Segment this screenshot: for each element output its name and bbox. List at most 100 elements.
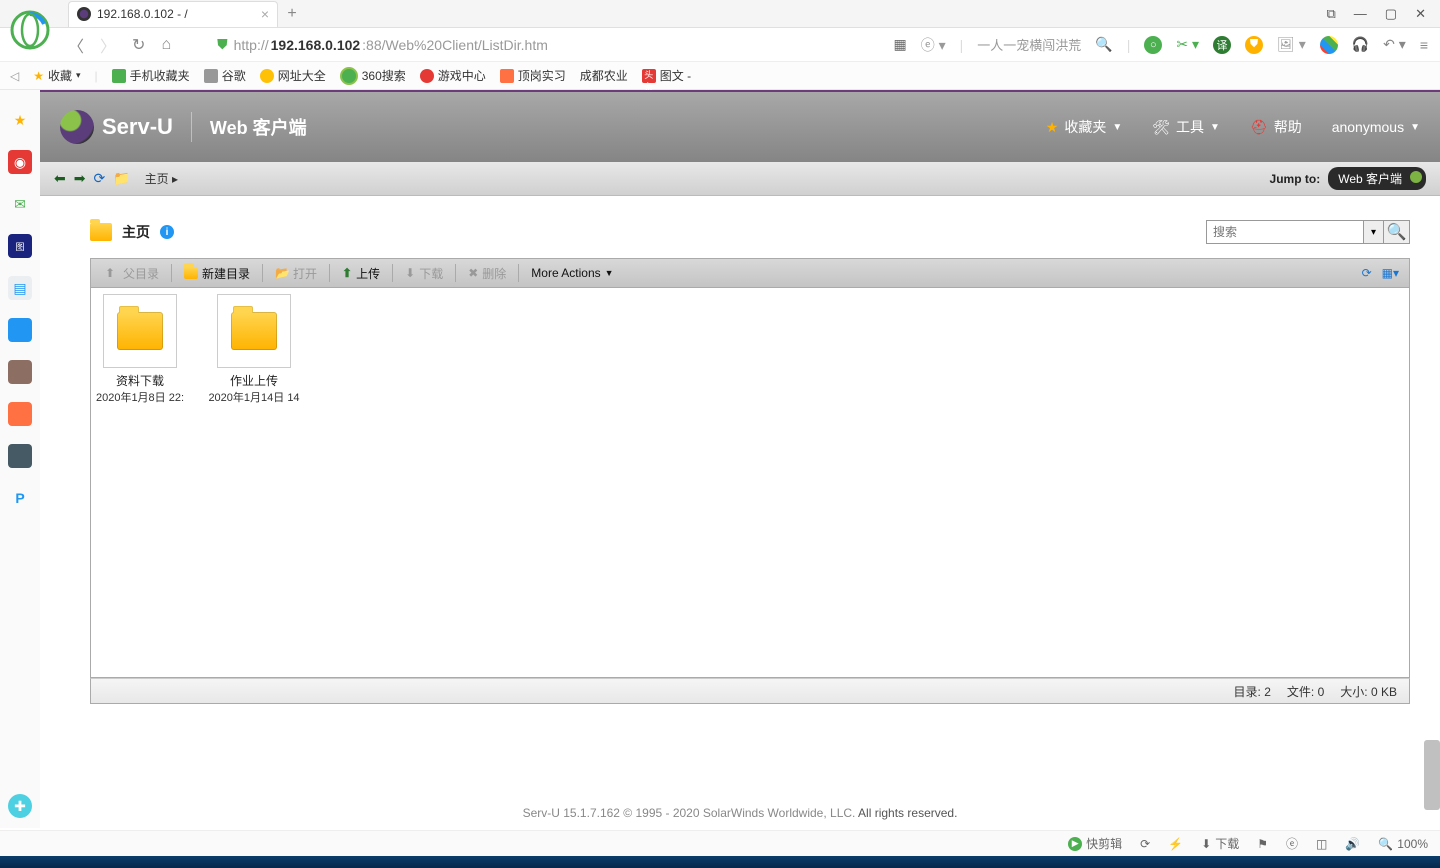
folder-item[interactable]: 作业上传 2020年1月14日 14 [207,294,301,405]
home-button[interactable]: ⌂ [161,36,171,54]
address-bar: 〈 〉 ↻ ⌂ ⛊ http://192.168.0.102:88/Web%20… [0,28,1440,62]
close-window-button[interactable]: ✕ [1415,6,1426,22]
picture-icon[interactable]: 🖼 ▾ [1277,36,1306,53]
action-delete[interactable]: ✖删除 [464,265,510,282]
header-divider [191,112,192,142]
shield-ext-icon[interactable]: ⛊ [1245,36,1263,54]
status-dirs: 目录: 2 [1234,683,1271,700]
jump-to: Jump to: Web 客户端 [1270,167,1426,190]
apps-grid-icon[interactable] [1320,36,1338,54]
new-tab-button[interactable]: + [278,5,306,23]
sidebar-star-icon[interactable]: ★ [8,108,32,132]
content-area: 主页 i ▾ 🔍 ⬆父目录 新建目录 📂打开 ⬆上传 ⬇下载 ✖删除 More … [40,196,1440,704]
forward-button[interactable]: 〉 [100,33,116,57]
servu-title: Web 客户端 [210,114,307,140]
bookmark-chengdu[interactable]: 成都农业 [580,67,628,84]
search-go-button[interactable]: 🔍 [1384,220,1410,244]
scissors-icon[interactable]: ✂ ▾ [1176,36,1199,53]
sidebar-add-icon[interactable]: ✚ [8,794,32,818]
browser-core-icon[interactable]: ⓔ ▾ [921,35,946,55]
status-flag-icon[interactable]: ⚑ [1257,837,1268,851]
menu-icon[interactable]: ≡ [1420,37,1428,53]
sidebar-app4-icon[interactable] [8,402,32,426]
nav-forward-icon[interactable]: ➡ [74,170,86,187]
window-controls: ⧉ — ▢ ✕ [1327,6,1440,22]
headphones-icon[interactable]: 🎧 [1352,36,1369,53]
bookmark-sites[interactable]: 网址大全 [260,67,326,84]
bookmark-360[interactable]: 360搜索 [340,67,406,85]
sidebar-app5-icon[interactable] [8,444,32,468]
menu-help[interactable]: ⛑帮助 [1250,117,1302,137]
page-footer: Serv-U 15.1.7.162 © 1995 - 2020 SolarWin… [40,806,1440,820]
search-dropdown-icon[interactable]: ▾ [1364,220,1384,244]
jump-dot-icon [1410,171,1422,183]
sidebar-app1-icon[interactable]: 图 [8,234,32,258]
sidebar-mail-icon[interactable]: ✉ [8,192,32,216]
sidebar-app3-icon[interactable] [8,360,32,384]
url-field[interactable]: ⛊ http://192.168.0.102:88/Web%20Client/L… [217,36,548,53]
bookmark-game[interactable]: 游戏中心 [420,67,486,84]
action-toolbar: ⬆父目录 新建目录 📂打开 ⬆上传 ⬇下载 ✖删除 More Actions▼ … [90,258,1410,288]
nav-back-icon[interactable]: ⬅ [54,170,66,187]
reload-button[interactable]: ↻ [132,35,145,55]
view-mode-icon[interactable]: ▦▾ [1382,266,1399,280]
folder-date: 2020年1月14日 14 [207,389,301,405]
refresh-list-icon[interactable]: ⟳ [1362,266,1372,280]
favorites-button[interactable]: ★收藏▾ [33,67,80,84]
info-icon[interactable]: i [160,225,174,239]
back-button[interactable]: 〈 [68,33,84,57]
scrollbar-thumb[interactable] [1424,740,1440,810]
bookbar-toggle[interactable]: ◁ [10,69,19,83]
menu-user[interactable]: anonymous▼ [1332,119,1420,135]
qr-icon[interactable]: ▦ [893,36,906,53]
maximize-button[interactable]: ▢ [1385,6,1397,22]
status-sound-icon[interactable]: 🔊 [1345,837,1360,851]
file-grid: 资料下载 2020年1月8日 22: 作业上传 2020年1月14日 14 [90,288,1410,678]
status-refresh-icon[interactable]: ⟳ [1140,837,1150,851]
bookmark-pics[interactable]: 头条图文 - [642,67,691,84]
status-clip[interactable]: ▶快剪辑 [1068,835,1122,852]
servu-mark-icon [60,110,94,144]
status-net-icon[interactable]: ⚡ [1168,837,1183,851]
bookmark-dinggang[interactable]: 顶岗实习 [500,67,566,84]
folder-large-icon [231,312,277,350]
status-ie-icon[interactable]: ⓔ [1286,835,1298,852]
status-zoom[interactable]: 🔍 100% [1378,837,1428,851]
jump-select[interactable]: Web 客户端 [1328,167,1426,190]
menu-favorites[interactable]: ★收藏夹▼ [1046,117,1122,137]
sidebar-doc-icon[interactable]: ▤ [8,276,32,300]
translate-icon[interactable]: 译 [1213,36,1231,54]
search-icon[interactable]: 🔍 [1095,36,1112,53]
ext-green-icon[interactable]: ○ [1144,36,1162,54]
tab-close-icon[interactable]: × [261,6,269,22]
search-input[interactable] [1206,220,1364,244]
sidebar-p-icon[interactable]: P [8,486,32,510]
bookmark-google[interactable]: 谷歌 [204,67,246,84]
sidebar-app2-icon[interactable] [8,318,32,342]
action-open[interactable]: 📂打开 [271,265,321,282]
status-size: 大小: 0 KB [1340,683,1397,700]
active-tab[interactable]: 192.168.0.102 - / × [68,1,278,27]
action-download[interactable]: ⬇下载 [401,265,447,282]
undo-icon[interactable]: ↶ ▾ [1383,36,1406,53]
status-download[interactable]: ⬇ 下载 [1201,835,1239,852]
folder-item[interactable]: 资料下载 2020年1月8日 22: [93,294,187,405]
breadcrumb[interactable]: 主页 ▸ [145,170,178,187]
minimize-button[interactable]: — [1354,6,1367,22]
action-parent[interactable]: ⬆父目录 [101,265,163,282]
jump-label: Jump to: [1270,172,1321,186]
extensions-icon[interactable]: ⧉ [1327,6,1336,22]
url-host: 192.168.0.102 [271,37,361,53]
bookmark-mobile[interactable]: 手机收藏夹 [112,67,190,84]
action-newdir[interactable]: 新建目录 [180,265,254,282]
status-split-icon[interactable]: ◫ [1316,837,1327,851]
action-more[interactable]: More Actions▼ [527,266,617,280]
nav-refresh-icon[interactable]: ⟳ [93,170,105,187]
action-upload[interactable]: ⬆上传 [338,265,384,282]
nav-home-icon[interactable]: 📁 [113,170,130,187]
tab-title: 192.168.0.102 - / [97,7,188,21]
sidebar-weibo-icon[interactable]: ◉ [8,150,32,174]
menu-tools[interactable]: 🛠工具▼ [1152,117,1220,137]
servu-menu: ★收藏夹▼ 🛠工具▼ ⛑帮助 anonymous▼ [1046,117,1420,137]
search-hint[interactable]: 一人一宠横闯洪荒 [977,35,1081,54]
